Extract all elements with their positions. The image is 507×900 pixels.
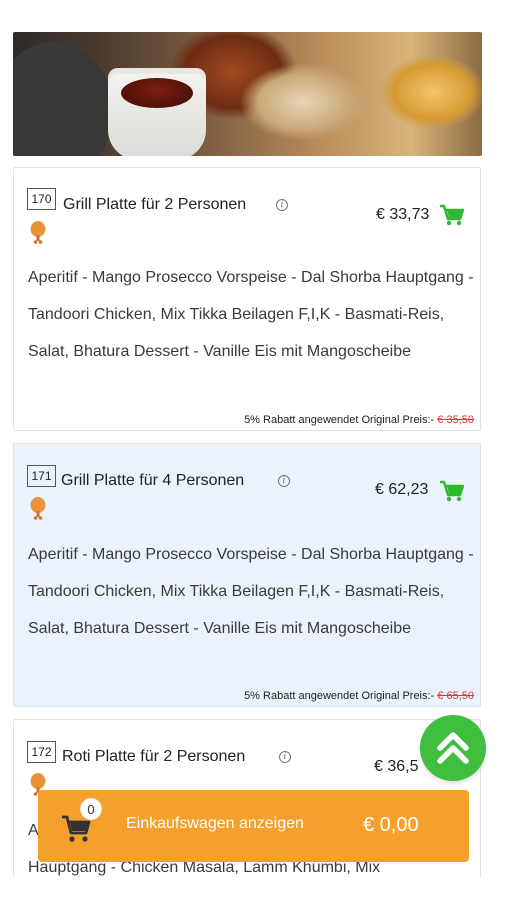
item-description: Aperitif - Mango Prosecco Vorspeise - Da… <box>28 269 474 360</box>
item-title[interactable]: Roti Platte für 2 Personen <box>62 748 245 766</box>
original-price: € 35,50 <box>437 414 474 426</box>
item-description: Aperitif - Mango Prosecco Vorspeise - Da… <box>28 546 474 637</box>
view-cart-button[interactable]: 0 Einkaufswagen anzeigen € 0,00 <box>38 790 469 862</box>
item-price: € 36,5 <box>374 758 419 775</box>
scroll-to-top-button[interactable] <box>420 715 486 781</box>
menu-item-171[interactable]: 171 Grill Platte für 4 Personen i € 62,2… <box>13 443 481 707</box>
cart-icon[interactable] <box>439 480 465 502</box>
info-icon[interactable]: i <box>278 475 290 487</box>
original-price: € 65,50 <box>437 690 474 702</box>
item-number: 170 <box>27 188 56 210</box>
item-title[interactable]: Grill Platte für 2 Personen <box>63 196 246 214</box>
item-number: 172 <box>27 741 56 763</box>
item-title[interactable]: Grill Platte für 4 Personen <box>61 472 244 490</box>
item-price: € 33,73 <box>376 206 430 223</box>
info-icon[interactable]: i <box>279 751 291 763</box>
info-icon[interactable]: i <box>276 199 288 211</box>
chicken-leg-icon <box>30 497 46 520</box>
hero-food-image <box>13 32 482 156</box>
bottom-edge <box>0 878 507 900</box>
cart-icon[interactable] <box>439 204 465 226</box>
cart-label: Einkaufswagen anzeigen <box>126 815 304 832</box>
discount-note: 5% Rabatt angewendet Original Preis:- € … <box>244 690 474 702</box>
double-chevron-up-icon <box>437 732 469 764</box>
sauce <box>121 78 193 108</box>
chicken-leg-icon <box>30 221 46 244</box>
discount-text: 5% Rabatt angewendet Original Preis:- <box>244 414 435 426</box>
discount-note: 5% Rabatt angewendet Original Preis:- € … <box>244 414 474 426</box>
cart-count-badge: 0 <box>80 798 102 820</box>
discount-text: 5% Rabatt angewendet Original Preis:- <box>244 690 435 702</box>
menu-item-170[interactable]: 170 Grill Platte für 2 Personen i € 33,7… <box>13 167 481 431</box>
cart-total: € 0,00 <box>363 814 419 836</box>
item-price: € 62,23 <box>375 481 429 498</box>
plate-shape <box>13 42 113 156</box>
item-number: 171 <box>27 465 56 487</box>
